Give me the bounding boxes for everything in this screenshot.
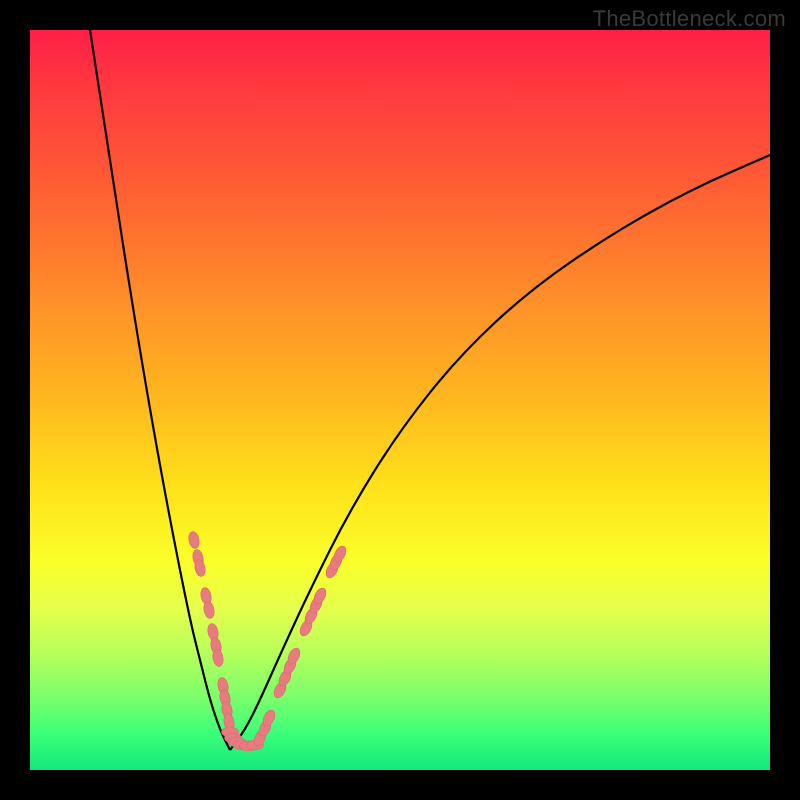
plot-svg [30, 30, 770, 770]
data-marker [187, 531, 200, 550]
watermark-text: TheBottleneck.com [593, 6, 786, 32]
curve-left-branch [90, 30, 230, 750]
chart-frame: TheBottleneck.com [0, 0, 800, 800]
plot-area [30, 30, 770, 770]
curve-right-branch [230, 155, 770, 750]
